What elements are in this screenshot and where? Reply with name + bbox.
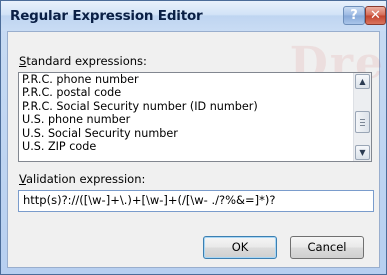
- close-icon: ✕: [370, 8, 381, 23]
- validation-expression-label-text: alidation expression:: [25, 172, 146, 186]
- vertical-scrollbar[interactable]: ▲ ▼: [353, 73, 371, 161]
- standard-expressions-list[interactable]: P.R.C. phone number P.R.C. postal code P…: [18, 72, 372, 162]
- chevron-down-icon: ▼: [359, 148, 366, 157]
- grip-line: [360, 119, 365, 120]
- cancel-button[interactable]: Cancel: [290, 236, 364, 259]
- validation-expression-label: Validation expression:: [19, 172, 145, 186]
- help-icon: ?: [350, 8, 358, 23]
- validation-expression-input[interactable]: http(s)?://([\w-]+\.)+[\w-]+(/[\w- ./?%&…: [18, 190, 374, 212]
- scroll-down-button[interactable]: ▼: [355, 145, 370, 160]
- list-item[interactable]: P.R.C. phone number: [22, 73, 351, 86]
- scroll-thumb[interactable]: [355, 111, 370, 133]
- list-item[interactable]: P.R.C. postal code: [22, 86, 351, 99]
- list-item[interactable]: U.S. ZIP code: [22, 140, 351, 153]
- chevron-up-icon: ▲: [359, 77, 366, 86]
- regex-editor-dialog: Regular Expression Editor ? ✕ Dre Standa…: [0, 0, 387, 275]
- help-button[interactable]: ?: [343, 6, 365, 25]
- standard-expressions-label: Standard expressions:: [19, 54, 147, 68]
- list-item[interactable]: U.S. phone number: [22, 113, 351, 126]
- standard-expressions-label-text: tandard expressions:: [26, 54, 147, 68]
- title-bar[interactable]: Regular Expression Editor ? ✕: [1, 1, 386, 31]
- grip-line: [360, 125, 365, 126]
- list-item[interactable]: U.S. Social Security number: [22, 127, 351, 140]
- ok-button[interactable]: OK: [203, 236, 277, 259]
- dialog-body: Dre Standard expressions: P.R.C. phone n…: [7, 31, 383, 268]
- list-items: P.R.C. phone number P.R.C. postal code P…: [22, 73, 351, 153]
- scroll-up-button[interactable]: ▲: [355, 74, 370, 89]
- validation-expression-accelerator: V: [19, 172, 26, 186]
- list-item[interactable]: P.R.C. Social Security number (ID number…: [22, 100, 351, 113]
- close-button[interactable]: ✕: [365, 6, 386, 25]
- grip-line: [360, 122, 365, 123]
- dialog-title: Regular Expression Editor: [10, 8, 203, 24]
